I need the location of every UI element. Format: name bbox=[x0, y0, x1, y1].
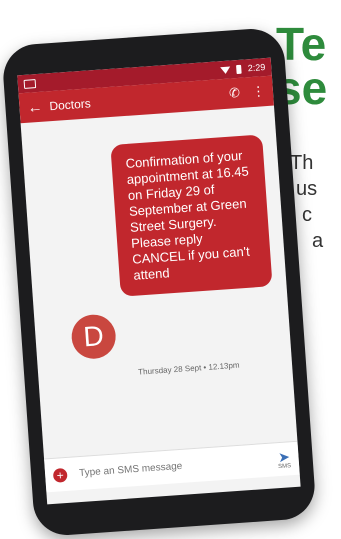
body-line: Th bbox=[290, 152, 314, 174]
body-line: c bbox=[302, 204, 312, 226]
phone: 2:29 ← Doctors ✆ ⋮ Confirmation of your … bbox=[1, 26, 317, 538]
back-arrow-icon[interactable]: ← bbox=[27, 98, 50, 116]
add-attachment-icon[interactable]: + bbox=[52, 467, 68, 483]
sender-avatar[interactable]: D bbox=[70, 313, 118, 361]
phone-call-icon[interactable]: ✆ bbox=[229, 85, 241, 102]
notification-icon bbox=[23, 78, 37, 89]
headline-line: Te bbox=[276, 18, 327, 70]
message-timestamp: Thursday 28 Sept • 12.13pm bbox=[137, 360, 240, 377]
conversation-title: Doctors bbox=[48, 96, 92, 114]
wifi-icon bbox=[220, 65, 232, 74]
body-line: a bbox=[312, 230, 324, 252]
app-bar-actions: ✆ ⋮ bbox=[229, 83, 266, 101]
body-line: us bbox=[296, 178, 318, 200]
article-body: Th us c a bbox=[290, 150, 341, 254]
status-time: 2:29 bbox=[247, 62, 266, 74]
status-indicators: 2:29 bbox=[220, 62, 266, 75]
send-sms-label: SMS bbox=[277, 462, 292, 470]
send-sms-button[interactable]: ➤ SMS bbox=[277, 447, 292, 470]
battery-icon bbox=[236, 64, 243, 74]
conversation-view[interactable]: Confirmation of your appointment at 16.4… bbox=[21, 106, 299, 473]
message-bubble[interactable]: Confirmation of your appointment at 16.4… bbox=[110, 134, 273, 297]
send-arrow-icon: ➤ bbox=[277, 447, 291, 465]
more-options-icon[interactable]: ⋮ bbox=[251, 83, 265, 100]
sms-message-input[interactable] bbox=[76, 453, 279, 481]
phone-screen: 2:29 ← Doctors ✆ ⋮ Confirmation of your … bbox=[17, 57, 301, 505]
